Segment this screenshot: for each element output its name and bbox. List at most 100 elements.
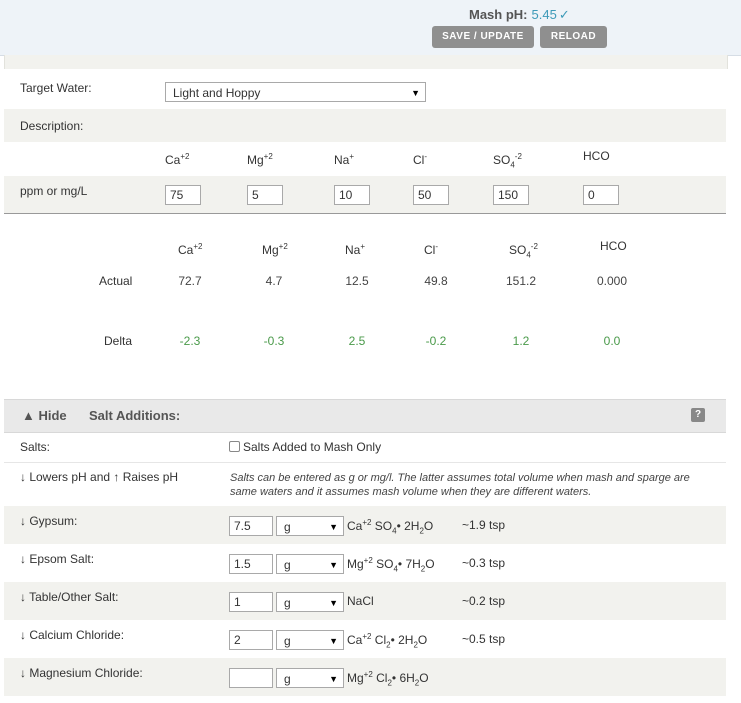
formula-part: O xyxy=(423,519,434,533)
salt-row: ↓ Table/Other Salt: 1 g ▼ NaCl ~0.2 tsp xyxy=(4,582,726,620)
target-ion-header: Cl- xyxy=(413,152,427,167)
salt-amount-input[interactable]: 2 xyxy=(229,630,273,650)
result-ion-header: Ca+2 xyxy=(178,242,202,257)
ion-base: Mg xyxy=(262,243,279,257)
result-ion-header: Mg+2 xyxy=(262,242,288,257)
salt-amount-input[interactable]: 7.5 xyxy=(229,516,273,536)
salt-unit-select[interactable]: g ▼ xyxy=(276,554,344,574)
ion-base: Cl xyxy=(413,153,425,167)
ion-ppm-input[interactable]: 0 xyxy=(583,185,619,205)
formula-charge: +2 xyxy=(363,556,373,565)
delta-value: -0.2 xyxy=(425,334,447,348)
dropdown-arrow-icon: ▼ xyxy=(329,674,338,684)
formula-part: Mg xyxy=(347,557,364,571)
salt-unit-value: g xyxy=(284,520,291,534)
reload-button[interactable]: RELOAD xyxy=(540,26,607,48)
ion-base: Mg xyxy=(247,153,264,167)
target-ion-header: SO4-2 xyxy=(493,152,522,169)
salt-label: ↓ Table/Other Salt: xyxy=(20,590,119,604)
result-ion-header: HCO xyxy=(600,239,627,253)
save-update-button[interactable]: SAVE / UPDATE xyxy=(432,26,534,48)
ion-charge: + xyxy=(360,242,366,251)
target-ion-header: Mg+2 xyxy=(247,152,273,167)
formula-part: O xyxy=(419,671,429,685)
salt-label: ↓ Calcium Chloride: xyxy=(20,628,125,642)
salt-amount-input[interactable]: 1 xyxy=(229,592,273,612)
panel-top-edge xyxy=(4,55,728,69)
hide-toggle[interactable]: ▲ Hide xyxy=(22,408,67,423)
salt-label: ↓ Gypsum: xyxy=(20,514,78,528)
salt-additions-title: Salt Additions: xyxy=(89,408,181,423)
target-water-select[interactable]: Light and Hoppy ▼ xyxy=(165,82,426,102)
formula-part: NaCl xyxy=(347,594,374,608)
salt-unit-value: g xyxy=(284,596,291,610)
ion-charge: +2 xyxy=(193,242,203,251)
ppm-label: ppm or mg/L xyxy=(20,184,88,198)
mash-ph-value: 5.45 xyxy=(531,7,557,22)
formula-part: Mg xyxy=(347,671,364,685)
mash-only-checkbox[interactable] xyxy=(229,441,240,452)
ion-charge: + xyxy=(349,152,355,161)
salt-amount-input[interactable]: 1.5 xyxy=(229,554,273,574)
help-icon[interactable]: ? xyxy=(691,408,705,422)
salt-unit-select[interactable]: g ▼ xyxy=(276,668,344,688)
ion-charge: +2 xyxy=(278,242,288,251)
salt-formula: Mg+2 SO4• 7H2O xyxy=(347,556,435,573)
delta-value: 0.0 xyxy=(603,334,621,348)
actual-value: 49.8 xyxy=(424,274,448,288)
ion-ppm-input[interactable]: 5 xyxy=(247,185,283,205)
result-ion-header: Cl- xyxy=(424,242,438,257)
actual-value: 151.2 xyxy=(505,274,537,288)
salt-additions-header: ▲ Hide Salt Additions: ? xyxy=(4,399,726,433)
salt-tsp-estimate: ~0.3 tsp xyxy=(462,556,506,570)
target-ion-header: Na+ xyxy=(334,152,354,167)
salt-amount-input[interactable] xyxy=(229,668,273,688)
salt-formula: Ca+2 SO4• 2H2O xyxy=(347,518,433,535)
ion-ppm-input[interactable]: 75 xyxy=(165,185,201,205)
formula-part: SO xyxy=(371,519,393,533)
ion-ppm-input[interactable]: 150 xyxy=(493,185,529,205)
formula-part: • 7H xyxy=(397,557,421,571)
ion-charge: - xyxy=(435,242,439,251)
result-ion-header: Na+ xyxy=(345,242,365,257)
formula-part: Ca xyxy=(347,519,363,533)
salt-unit-select[interactable]: g ▼ xyxy=(276,516,344,536)
salt-formula: Ca+2 Cl2• 2H2O xyxy=(347,632,427,649)
actual-value: 0.000 xyxy=(596,274,628,288)
ion-subscript: 4 xyxy=(510,160,515,170)
formula-part: O xyxy=(417,633,428,647)
salt-row: ↓ Epsom Salt: 1.5 g ▼ Mg+2 SO4• 7H2O ~0.3 tsp xyxy=(4,544,726,582)
ion-ppm-input[interactable]: 50 xyxy=(413,185,449,205)
target-water-row: Target Water: Light and Hoppy ▼ xyxy=(4,73,726,109)
salt-formula: NaCl xyxy=(347,594,374,608)
salt-row: ↓ Gypsum: 7.5 g ▼ Ca+2 SO4• 2H2O ~1.9 tsp xyxy=(4,506,726,544)
delta-value: -2.3 xyxy=(179,334,201,348)
actual-value: 4.7 xyxy=(265,274,283,288)
formula-part: Cl xyxy=(371,633,387,647)
formula-part: Ca xyxy=(347,633,363,647)
salt-tsp-estimate: ~0.2 tsp xyxy=(462,594,506,608)
result-ion-header: SO4-2 xyxy=(509,242,538,259)
ion-base: HCO xyxy=(583,149,610,163)
salt-unit-value: g xyxy=(284,558,291,572)
salt-label: ↓ Magnesium Chloride: xyxy=(20,666,143,680)
actual-value: 72.7 xyxy=(178,274,202,288)
description-row: Description: xyxy=(4,109,726,142)
salt-unit-value: g xyxy=(284,634,291,648)
salt-tsp-estimate: ~1.9 tsp xyxy=(462,518,506,532)
ion-ppm-input[interactable]: 10 xyxy=(334,185,370,205)
salt-tsp-estimate: ~0.5 tsp xyxy=(462,632,506,646)
ion-base: Na xyxy=(345,243,361,257)
ion-base: Na xyxy=(334,153,350,167)
ion-base: Ca xyxy=(165,153,181,167)
salt-unit-select[interactable]: g ▼ xyxy=(276,630,344,650)
top-bar: Mash pH: 5.45 ✓ SAVE / UPDATE RELOAD xyxy=(0,0,741,56)
formula-part: O xyxy=(425,557,435,571)
ion-charge: - xyxy=(424,152,428,161)
ion-subscript: 4 xyxy=(526,250,531,260)
ion-base: SO xyxy=(493,153,511,167)
target-ion-header: HCO xyxy=(583,149,610,163)
delta-value: 1.2 xyxy=(512,334,530,348)
formula-part: Cl xyxy=(372,671,388,685)
salt-unit-select[interactable]: g ▼ xyxy=(276,592,344,612)
